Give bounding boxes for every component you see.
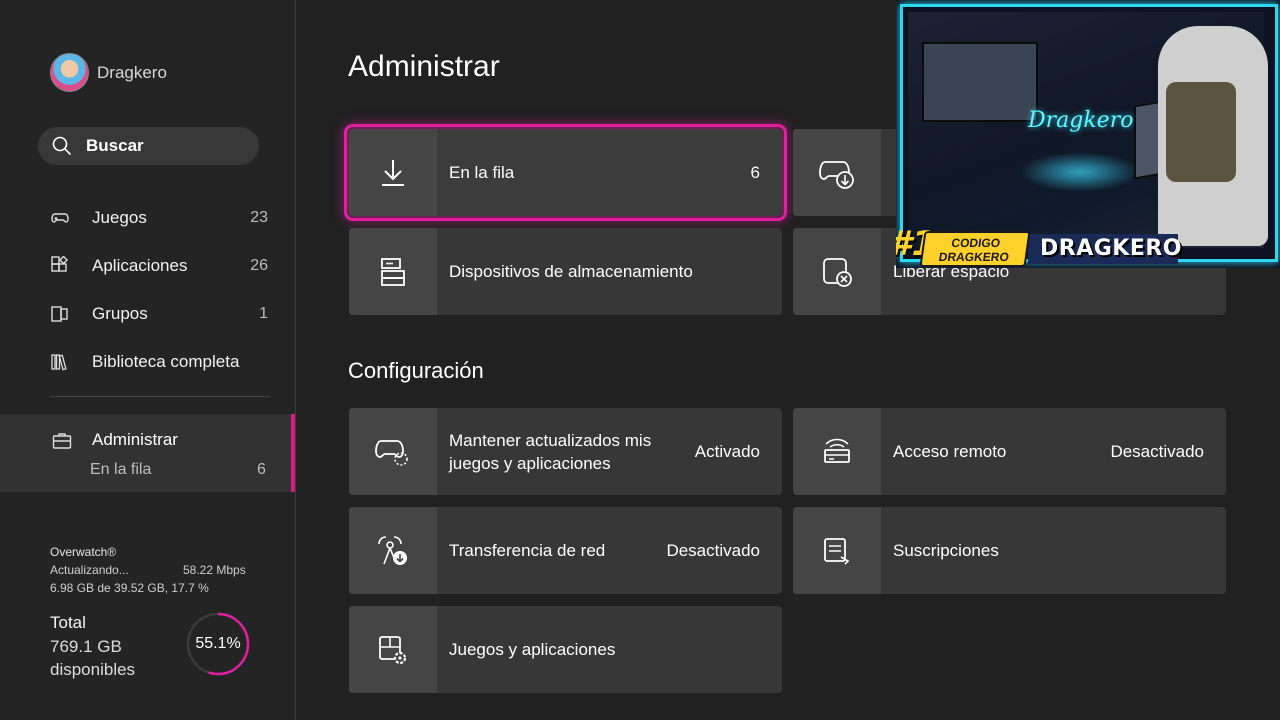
tile-label-line2: juegos y aplicaciones bbox=[449, 453, 611, 473]
storage-size: 769.1 GB bbox=[50, 637, 122, 656]
sidebar-sub-count: 6 bbox=[257, 461, 266, 478]
sidebar-item-grupos[interactable]: Grupos 1 bbox=[50, 299, 268, 329]
library-icon bbox=[51, 354, 67, 371]
controller-download-icon bbox=[819, 160, 854, 189]
sidebar-item-count: 26 bbox=[250, 257, 268, 274]
tile-icon-bg bbox=[793, 129, 881, 216]
search-label: Buscar bbox=[86, 136, 144, 155]
download-icon bbox=[382, 159, 404, 186]
sidebar-item-aplicaciones[interactable]: Aplicaciones 26 bbox=[50, 251, 268, 281]
tile-value: Desactivado bbox=[1110, 441, 1204, 461]
download-progress: 6.98 GB de 39.52 GB, 17.7 % bbox=[50, 581, 209, 595]
selection-indicator bbox=[291, 414, 295, 492]
tile-icon-bg bbox=[793, 228, 881, 315]
sidebar-sub-label: En la fila bbox=[90, 461, 152, 478]
sidebar-item-label: Grupos bbox=[92, 304, 148, 323]
streamer-badge: #1 CODIGO DRAGKERO DRAGKERO bbox=[896, 224, 1280, 268]
sidebar-item-biblioteca[interactable]: Biblioteca completa bbox=[50, 347, 268, 377]
badge-name: DRAGKERO bbox=[1040, 236, 1183, 261]
tile-label: Suscripciones bbox=[893, 541, 999, 560]
badge-code: CODIGO DRAGKERO bbox=[919, 231, 1031, 267]
badge-code-line2: DRAGKERO bbox=[937, 250, 1010, 264]
network-transfer-icon bbox=[378, 535, 407, 565]
sidebar-item-label: Biblioteca completa bbox=[92, 352, 240, 371]
tile-storage-devices[interactable]: Dispositivos de almacenamiento bbox=[349, 228, 782, 315]
tile-label: En la fila bbox=[449, 163, 515, 182]
tile-icon-bg bbox=[349, 507, 437, 594]
tile-value: 6 bbox=[750, 162, 760, 182]
tile-icon-bg bbox=[349, 228, 437, 315]
download-game: Overwatch® bbox=[50, 545, 117, 559]
tile-icon-bg bbox=[349, 606, 437, 693]
sidebar-item-label: Administrar bbox=[92, 430, 178, 449]
tile-icon-bg bbox=[349, 408, 437, 495]
sidebar-item-label: Aplicaciones bbox=[92, 256, 188, 275]
webcam-overlay: Dragkero #1 CODIGO DRAGKERO DRAGKERO bbox=[896, 0, 1280, 268]
storage-free-label: disponibles bbox=[50, 660, 136, 679]
tile-label: Acceso remoto bbox=[893, 442, 1007, 461]
groups-icon bbox=[51, 306, 68, 322]
avatar[interactable] bbox=[50, 53, 89, 92]
tile-label: Juegos y aplicaciones bbox=[449, 640, 616, 659]
storage-percent: 55.1% bbox=[195, 635, 241, 652]
apps-icon bbox=[51, 256, 69, 272]
divider bbox=[50, 396, 270, 397]
briefcase-icon bbox=[52, 433, 72, 449]
tile-label: Mantener actualizados mis juegos y aplic… bbox=[449, 408, 651, 495]
tile-en-la-fila[interactable]: En la fila 6 bbox=[344, 124, 787, 221]
storage-title: Total bbox=[50, 613, 86, 632]
tile-value: Activado bbox=[694, 441, 760, 461]
tile-icon-bg bbox=[793, 507, 881, 594]
tile-transferencia-red[interactable]: Transferencia de red Desactivado bbox=[349, 507, 782, 594]
sidebar: Dragkero Buscar Juegos 23 Aplicaciones 2… bbox=[0, 0, 296, 720]
badge-code-line1: CODIGO bbox=[950, 236, 1002, 250]
tile-icon-bg bbox=[793, 408, 881, 495]
webcam-frame bbox=[900, 4, 1278, 262]
sidebar-item-count: 23 bbox=[250, 209, 268, 226]
gamepad-icon bbox=[51, 213, 69, 223]
tile-value: Desactivado bbox=[666, 540, 760, 560]
download-speed: 58.22 Mbps bbox=[183, 563, 246, 577]
storage-device-icon bbox=[381, 257, 405, 286]
sidebar-item-administrar[interactable]: Administrar En la fila 6 bbox=[0, 414, 295, 492]
games-apps-settings-icon bbox=[379, 635, 407, 664]
free-space-icon bbox=[823, 257, 852, 287]
tile-label: Transferencia de red bbox=[449, 541, 606, 560]
page-title: Administrar bbox=[348, 50, 500, 83]
sidebar-item-juegos[interactable]: Juegos 23 bbox=[50, 203, 268, 233]
sidebar-item-count: 1 bbox=[259, 305, 268, 322]
tile-suscripciones[interactable]: Suscripciones bbox=[793, 507, 1226, 594]
search-button[interactable]: Buscar bbox=[38, 127, 259, 165]
profile[interactable]: Dragkero bbox=[50, 53, 167, 92]
tile-auto-update[interactable]: Mantener actualizados mis juegos y aplic… bbox=[349, 408, 782, 495]
profile-name: Dragkero bbox=[97, 62, 167, 82]
sidebar-item-label: Juegos bbox=[92, 208, 147, 227]
tile-acceso-remoto[interactable]: Acceso remoto Desactivado bbox=[793, 408, 1226, 495]
tile-icon-bg bbox=[349, 129, 437, 216]
tile-juegos-aplicaciones[interactable]: Juegos y aplicaciones bbox=[349, 606, 782, 693]
download-status: Actualizando... bbox=[50, 563, 129, 577]
controller-update-icon bbox=[375, 439, 408, 466]
tile-label: Dispositivos de almacenamiento bbox=[449, 262, 693, 281]
tile-label-line1: Mantener actualizados mis bbox=[449, 430, 652, 450]
search-icon bbox=[52, 136, 72, 156]
remote-access-icon bbox=[824, 438, 850, 463]
subscriptions-icon bbox=[824, 537, 850, 565]
section-title-configuracion: Configuración bbox=[348, 358, 484, 383]
